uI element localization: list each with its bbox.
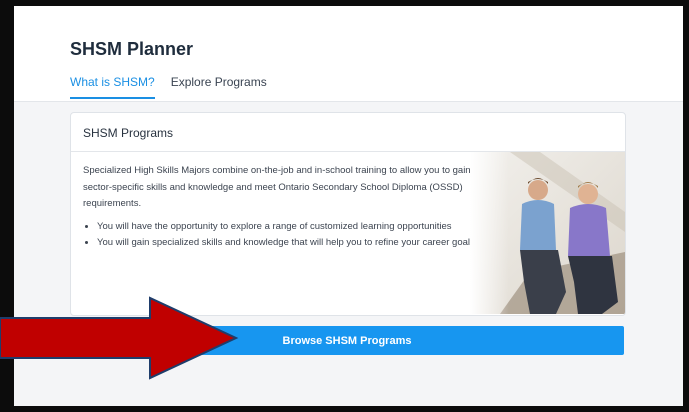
shsm-programs-card: SHSM Programs Specialized High Skills Ma… <box>70 112 626 316</box>
card-body: Specialized High Skills Majors combine o… <box>71 152 625 314</box>
red-arrow-icon <box>0 296 239 380</box>
tab-what-is-shsm[interactable]: What is SHSM? <box>70 75 155 99</box>
list-item: You will have the opportunity to explore… <box>97 219 483 236</box>
card-text: Specialized High Skills Majors combine o… <box>83 163 483 252</box>
tab-bar: What is SHSM? Explore Programs <box>70 75 267 99</box>
app-header: SHSM Planner What is SHSM? Explore Progr… <box>14 6 683 102</box>
card-title: SHSM Programs <box>71 113 625 152</box>
card-description: Specialized High Skills Majors combine o… <box>83 165 471 209</box>
app-title: SHSM Planner <box>70 39 194 59</box>
students-photo <box>470 152 625 314</box>
tab-explore-programs[interactable]: Explore Programs <box>171 75 267 99</box>
benefits-list: You will have the opportunity to explore… <box>83 219 483 252</box>
list-item: You will gain specialized skills and kno… <box>97 235 483 252</box>
